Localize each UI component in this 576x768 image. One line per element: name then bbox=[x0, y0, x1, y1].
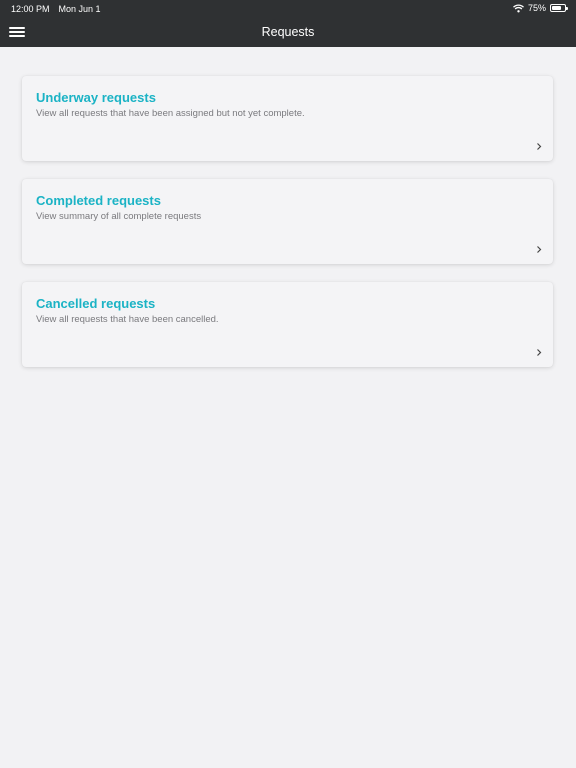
chevron-right-icon bbox=[535, 245, 543, 254]
chevron-right-icon bbox=[535, 348, 543, 357]
card-title: Underway requests bbox=[36, 90, 156, 105]
card-description: View all requests that have been assigne… bbox=[36, 108, 305, 119]
wifi-icon bbox=[513, 3, 524, 13]
status-date: Mon Jun 1 bbox=[58, 4, 101, 14]
page-title: Requests bbox=[261, 25, 315, 39]
battery-level-fill bbox=[552, 6, 561, 10]
completed-requests-card[interactable]: Completed requests View summary of all c… bbox=[22, 179, 553, 264]
card-title: Cancelled requests bbox=[36, 296, 156, 311]
status-time: 12:00 PM bbox=[11, 4, 50, 14]
card-title: Completed requests bbox=[36, 193, 161, 208]
card-description: View summary of all complete requests bbox=[36, 211, 202, 222]
battery-tip bbox=[566, 7, 568, 10]
status-left: 12:00 PM Mon Jun 1 bbox=[11, 4, 101, 14]
underway-requests-card[interactable]: Underway requests View all requests that… bbox=[22, 76, 553, 161]
card-description: View all requests that have been cancell… bbox=[36, 314, 219, 325]
battery-percentage: 75% bbox=[527, 3, 546, 13]
navigation-bar: Requests bbox=[0, 17, 576, 47]
battery-icon bbox=[550, 4, 568, 12]
status-bar: 12:00 PM Mon Jun 1 75% bbox=[0, 0, 576, 17]
status-right: 75% bbox=[513, 3, 568, 13]
cancelled-requests-card[interactable]: Cancelled requests View all requests tha… bbox=[22, 282, 553, 367]
chevron-right-icon bbox=[535, 142, 543, 151]
